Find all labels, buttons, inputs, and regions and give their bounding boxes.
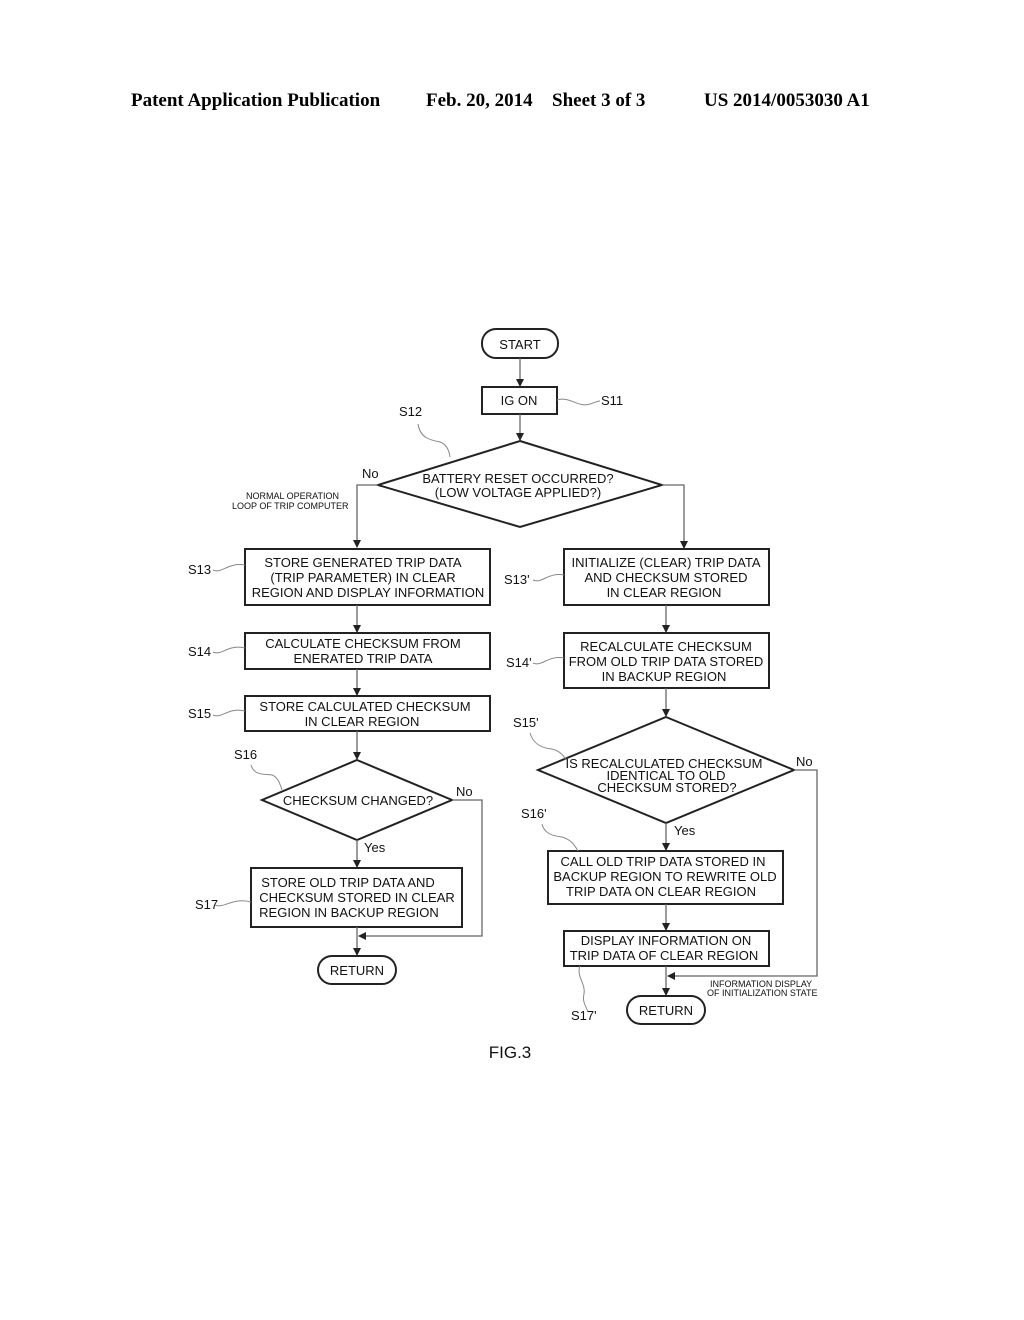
s16-id: S16 [234,747,257,762]
step-s14p-line2: FROM OLD TRIP DATA STORED [569,654,764,669]
step-s13p-line1: INITIALIZE (CLEAR) TRIP DATA [571,555,760,570]
step-s17p-line1: DISPLAY INFORMATION ON [581,933,751,948]
step-s15-line2: IN CLEAR REGION [305,714,420,729]
s17p-leader [578,965,589,1013]
s13-leader [212,564,246,572]
step-s16p-line1: CALL OLD TRIP DATA STORED IN [561,854,766,869]
s15p-leader [529,732,567,761]
step-s14p-line1: RECALCULATE CHECKSUM [580,639,752,654]
s12-leader [417,423,451,458]
s13-id: S13 [188,562,211,577]
step-s14-line1: CALCULATE CHECKSUM FROM [265,636,461,651]
flowchart: START IG ON S11 BATTERY RESET OCCURRED? … [188,328,818,1062]
s16-yes-label: Yes [364,840,386,855]
s15p-id: S15' [513,715,539,730]
step-s13p-line3: IN CLEAR REGION [607,585,722,600]
step-s13-line1: STORE GENERATED TRIP DATA [264,555,462,570]
step-s13-line3: REGION AND DISPLAY INFORMATION [252,585,485,600]
decision-s12-line1: BATTERY RESET OCCURRED? [422,471,613,486]
figure-label: FIG.3 [489,1043,532,1062]
return-left-label: RETURN [330,963,384,978]
s15-leader [212,709,246,717]
s15p-yes-label: Yes [674,823,696,838]
s14-leader [212,646,246,654]
arrow-s12-no [353,484,378,548]
step-s17-line3: REGION IN BACKUP REGION [259,905,439,920]
step-s15-line1: STORE CALCULATED CHECKSUM [259,699,470,714]
s15p-no-label: No [796,754,813,769]
arrow-s12-yes [662,484,688,549]
init-note-2: OF INITIALIZATION STATE [707,988,818,998]
step-s14p-line3: IN BACKUP REGION [602,669,727,684]
s16-leader [250,764,283,791]
s13p-id: S13' [504,572,530,587]
decision-s15p-line3: CHECKSUM STORED? [597,780,736,795]
s15-id: S15 [188,706,211,721]
s12-id: S12 [399,404,422,419]
s14-id: S14 [188,644,211,659]
s11-id: S11 [601,393,623,408]
return-right-label: RETURN [639,1003,693,1018]
step-s16p-line3: TRIP DATA ON CLEAR REGION [566,884,756,899]
decision-s12-line2: (LOW VOLTAGE APPLIED?) [435,485,601,500]
decision-s16-text: CHECKSUM CHANGED? [283,793,433,808]
normal-loop-note-1: NORMAL OPERATION [246,491,339,501]
normal-loop-note-2: LOOP OF TRIP COMPUTER [232,501,349,511]
s11-leader [556,398,601,406]
s14p-id: S14' [506,655,532,670]
s14p-leader [532,657,565,665]
s17p-id: S17' [571,1008,597,1023]
s16p-id: S16' [521,806,547,821]
step-s17p-line2: TRIP DATA OF CLEAR REGION [570,948,759,963]
s17-leader [214,900,252,907]
step-s16p-line2: BACKUP REGION TO REWRITE OLD [553,869,776,884]
start-label: START [499,337,540,352]
s16-no-label: No [456,784,473,799]
step-s17-line1: STORE OLD TRIP DATA AND [261,875,435,890]
step-s14-line2: ENERATED TRIP DATA [294,651,433,666]
s12-no-label: No [362,466,379,481]
s13p-leader [532,574,565,582]
step-s13p-line2: AND CHECKSUM STORED [584,570,747,585]
s17-id: S17 [195,897,218,912]
step-s13-line2: (TRIP PARAMETER) IN CLEAR [270,570,455,585]
step-s11-text: IG ON [501,393,538,408]
s16p-leader [541,823,579,852]
step-s17-line2: CHECKSUM STORED IN CLEAR [259,890,455,905]
